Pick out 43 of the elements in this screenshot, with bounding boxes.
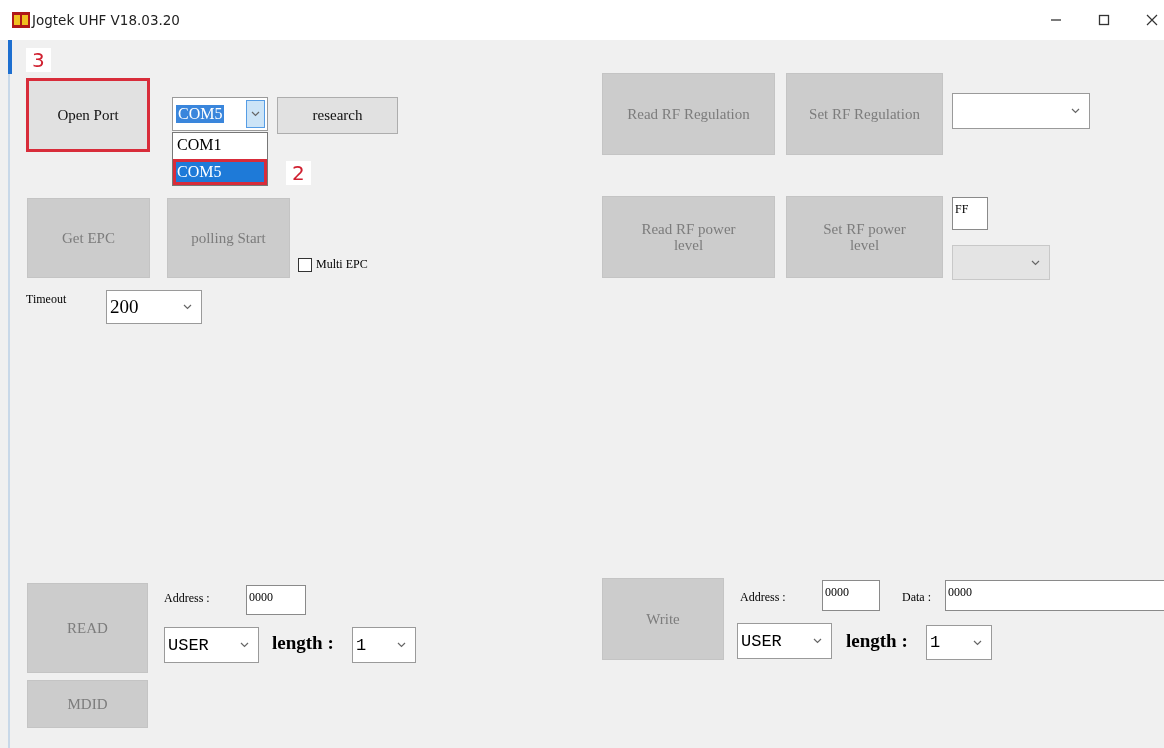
power-field[interactable]: FF <box>952 197 988 230</box>
data-label: Data : <box>902 590 931 605</box>
maximize-icon[interactable] <box>1098 14 1110 26</box>
bank-dropdown[interactable]: USER <box>164 627 259 663</box>
checkbox[interactable] <box>298 258 312 272</box>
length-value: 1 <box>356 635 367 655</box>
research-button[interactable]: research <box>277 97 398 134</box>
caret-icon <box>251 111 260 117</box>
port-dropdown[interactable]: COM5 <box>172 97 268 131</box>
port-option[interactable]: COM5 <box>173 159 267 185</box>
address-field[interactable]: 0000 <box>822 580 880 611</box>
open-port-button[interactable]: Open Port <box>26 78 150 152</box>
step-number: 3 <box>26 48 51 72</box>
caret-icon <box>973 639 982 646</box>
timeout-label: Timeout <box>26 292 67 307</box>
caret-icon <box>813 638 822 644</box>
regulation-dropdown[interactable] <box>952 93 1090 129</box>
timeout-value: 200 <box>110 296 139 318</box>
window-title: Jogtek UHF V18.03.20 <box>32 12 180 28</box>
length-dropdown[interactable]: 1 <box>352 627 416 663</box>
port-value: COM5 <box>176 105 225 123</box>
caret-icon <box>1071 108 1080 114</box>
length-label: length : <box>846 630 908 652</box>
multi-epc-label: Multi EPC <box>316 257 368 272</box>
port-option[interactable]: COM1 <box>173 133 267 159</box>
caret-icon <box>183 304 192 310</box>
bank-dropdown[interactable]: USER <box>737 623 832 659</box>
length-dropdown[interactable]: 1 <box>926 625 992 660</box>
app-icon <box>12 12 30 28</box>
step-number: 2 <box>286 161 311 185</box>
address-field[interactable]: 0000 <box>246 585 306 615</box>
address-label: Address : <box>164 591 210 606</box>
address-label: Address : <box>740 590 786 605</box>
timeout-dropdown[interactable]: 200 <box>106 290 202 324</box>
length-value: 1 <box>930 633 941 652</box>
close-icon[interactable] <box>1146 14 1158 26</box>
caret-icon <box>240 642 249 648</box>
bank-value: USER <box>168 635 209 655</box>
bank-value: USER <box>741 631 782 651</box>
caret-icon <box>1031 259 1040 266</box>
caret-icon <box>397 642 406 648</box>
length-label: length : <box>272 632 334 654</box>
data-field[interactable]: 0000 <box>945 580 1164 611</box>
